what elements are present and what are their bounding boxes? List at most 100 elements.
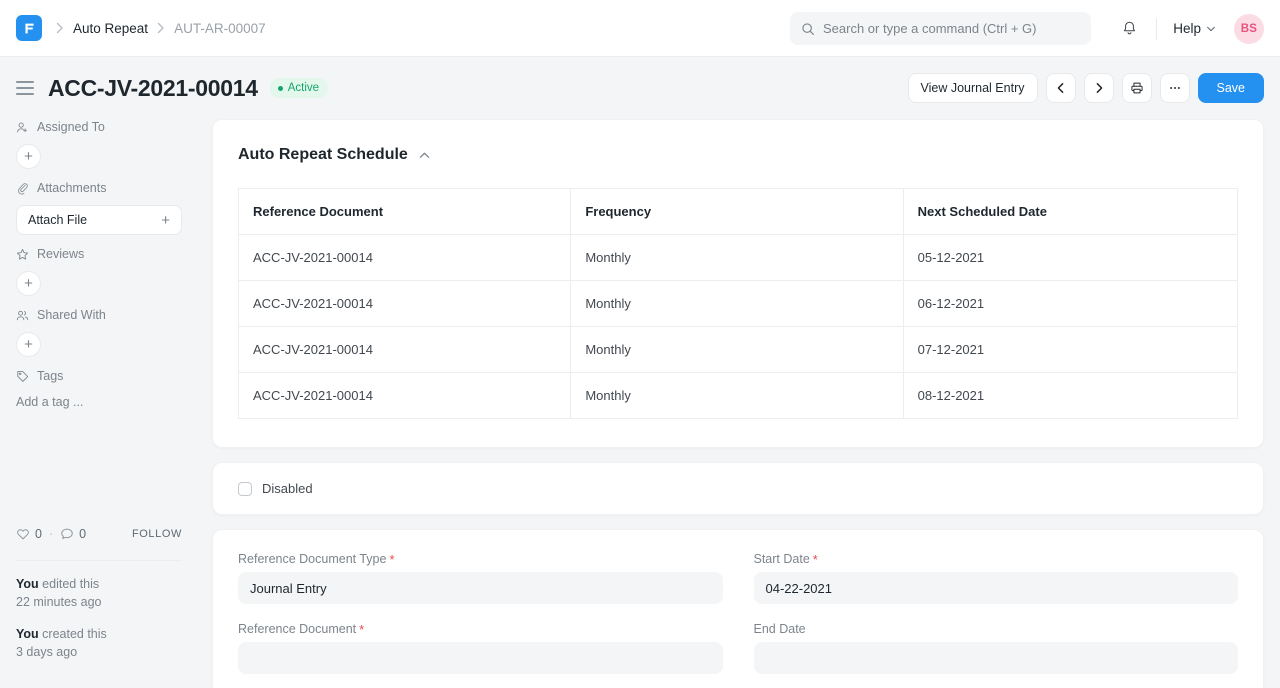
global-search[interactable] <box>790 12 1091 45</box>
view-journal-entry-button[interactable]: View Journal Entry <box>908 73 1038 103</box>
label-reference-document: Reference Document <box>238 622 356 636</box>
activity-action: edited this <box>39 577 99 591</box>
main-content: Auto Repeat Schedule Reference Document … <box>198 119 1280 688</box>
breadcrumb: Auto Repeat AUT-AR-00007 <box>56 21 266 36</box>
page-header: ACC-JV-2021-00014 Active View Journal En… <box>0 57 1280 119</box>
cell-reference-document: ACC-JV-2021-00014 <box>239 327 571 373</box>
like-group[interactable]: 0 <box>16 527 42 541</box>
comment-group[interactable]: 0 <box>60 527 86 541</box>
table-row[interactable]: ACC-JV-2021-00014 Monthly 08-12-2021 <box>239 373 1238 419</box>
follow-button[interactable]: FOLLOW <box>132 528 182 540</box>
navbar-right-actions: Help BS <box>1112 0 1264 57</box>
sidebar-section-assigned-to: Assigned To + <box>16 119 182 169</box>
table-row[interactable]: ACC-JV-2021-00014 Monthly 06-12-2021 <box>239 281 1238 327</box>
users-icon <box>16 309 29 322</box>
search-input[interactable] <box>823 21 1080 36</box>
cell-frequency: Monthly <box>571 235 903 281</box>
sidebar: Assigned To + Attachments Attach File + <box>0 119 198 688</box>
paperclip-icon <box>16 182 29 195</box>
sidebar-divider <box>16 560 182 561</box>
section-header: Auto Repeat Schedule <box>238 146 1238 164</box>
help-menu[interactable]: Help <box>1167 17 1222 40</box>
input-end-date[interactable] <box>754 642 1239 674</box>
breadcrumb-separator-icon <box>56 22 64 34</box>
cell-next-scheduled-date: 06-12-2021 <box>903 281 1237 327</box>
sidebar-stats: 0 · 0 FOLLOW <box>16 523 182 545</box>
print-button[interactable] <box>1122 73 1152 103</box>
section-title: Auto Repeat Schedule <box>238 146 408 164</box>
attach-file-button[interactable]: Attach File + <box>16 205 182 235</box>
status-badge-label: Active <box>288 82 319 94</box>
add-review-button[interactable]: + <box>16 271 41 296</box>
cell-reference-document: ACC-JV-2021-00014 <box>239 373 571 419</box>
printer-icon <box>1130 81 1144 95</box>
disabled-checkbox[interactable] <box>238 482 252 496</box>
sidebar-section-tags: Tags Add a tag ... <box>16 368 182 411</box>
add-assignment-button[interactable]: + <box>16 144 41 169</box>
ellipsis-icon <box>1168 81 1182 95</box>
breadcrumb-separator-icon <box>157 22 165 34</box>
chevron-down-icon <box>1206 24 1216 34</box>
cell-next-scheduled-date: 05-12-2021 <box>903 235 1237 281</box>
bell-icon[interactable] <box>1112 12 1146 46</box>
comment-count: 0 <box>79 527 86 541</box>
plus-icon: + <box>161 213 170 228</box>
save-button[interactable]: Save <box>1198 73 1265 103</box>
search-icon <box>801 22 815 36</box>
activity-actor: You <box>16 627 39 641</box>
field-reference-document-type: Reference Document Type * Journal Entry <box>238 552 723 604</box>
label-end-date: End Date <box>754 622 806 636</box>
page-action-buttons: View Journal Entry Save <box>908 57 1265 119</box>
label-reference-document-type: Reference Document Type <box>238 552 386 566</box>
chevron-up-icon[interactable] <box>418 149 431 162</box>
activity-item: You edited this 22 minutes ago <box>16 575 182 611</box>
add-share-button[interactable]: + <box>16 332 41 357</box>
stats-separator: · <box>49 527 53 541</box>
input-reference-document[interactable] <box>238 642 723 674</box>
breadcrumb-item-current: AUT-AR-00007 <box>174 21 266 36</box>
breadcrumb-item-auto-repeat[interactable]: Auto Repeat <box>73 21 148 36</box>
sidebar-section-shared-with: Shared With + <box>16 307 182 357</box>
sidebar-section-attachments: Attachments Attach File + <box>16 180 182 235</box>
activity-time: 22 minutes ago <box>16 595 101 609</box>
navbar-divider <box>1156 18 1157 40</box>
cell-frequency: Monthly <box>571 327 903 373</box>
frappe-logo-icon[interactable] <box>16 15 42 41</box>
activity-item: You created this 3 days ago <box>16 625 182 661</box>
activity-action: created this <box>39 627 107 641</box>
activity-actor: You <box>16 577 39 591</box>
next-document-button[interactable] <box>1084 73 1114 103</box>
avatar[interactable]: BS <box>1234 14 1264 44</box>
disabled-card: Disabled <box>212 462 1264 515</box>
chevron-left-icon <box>1055 82 1067 94</box>
attach-file-label: Attach File <box>28 213 87 227</box>
cell-reference-document: ACC-JV-2021-00014 <box>239 281 571 327</box>
sidebar-section-reviews: Reviews + <box>16 246 182 296</box>
prev-document-button[interactable] <box>1046 73 1076 103</box>
add-tag-input[interactable]: Add a tag ... <box>16 393 182 411</box>
field-reference-document: Reference Document * <box>238 622 723 674</box>
more-actions-button[interactable] <box>1160 73 1190 103</box>
chevron-right-icon <box>1093 82 1105 94</box>
sidebar-label-tags: Tags <box>37 369 63 383</box>
status-badge: Active <box>270 78 328 98</box>
table-row[interactable]: ACC-JV-2021-00014 Monthly 05-12-2021 <box>239 235 1238 281</box>
activity-time: 3 days ago <box>16 645 77 659</box>
table-row[interactable]: ACC-JV-2021-00014 Monthly 07-12-2021 <box>239 327 1238 373</box>
heart-icon <box>16 527 30 541</box>
hamburger-icon[interactable] <box>16 81 34 95</box>
cell-frequency: Monthly <box>571 373 903 419</box>
cell-next-scheduled-date: 07-12-2021 <box>903 327 1237 373</box>
like-count: 0 <box>35 527 42 541</box>
schedule-table: Reference Document Frequency Next Schedu… <box>238 188 1238 419</box>
help-label: Help <box>1173 21 1201 36</box>
cell-frequency: Monthly <box>571 281 903 327</box>
input-reference-document-type[interactable]: Journal Entry <box>238 572 723 604</box>
disabled-checkbox-row[interactable]: Disabled <box>238 481 1238 496</box>
input-start-date[interactable]: 04-22-2021 <box>754 572 1239 604</box>
column-header-next-scheduled-date: Next Scheduled Date <box>903 189 1237 235</box>
field-start-date: Start Date * 04-22-2021 <box>754 552 1239 604</box>
tag-icon <box>16 370 29 383</box>
required-asterisk: * <box>389 553 394 566</box>
sidebar-label-shared-with: Shared With <box>37 308 106 322</box>
